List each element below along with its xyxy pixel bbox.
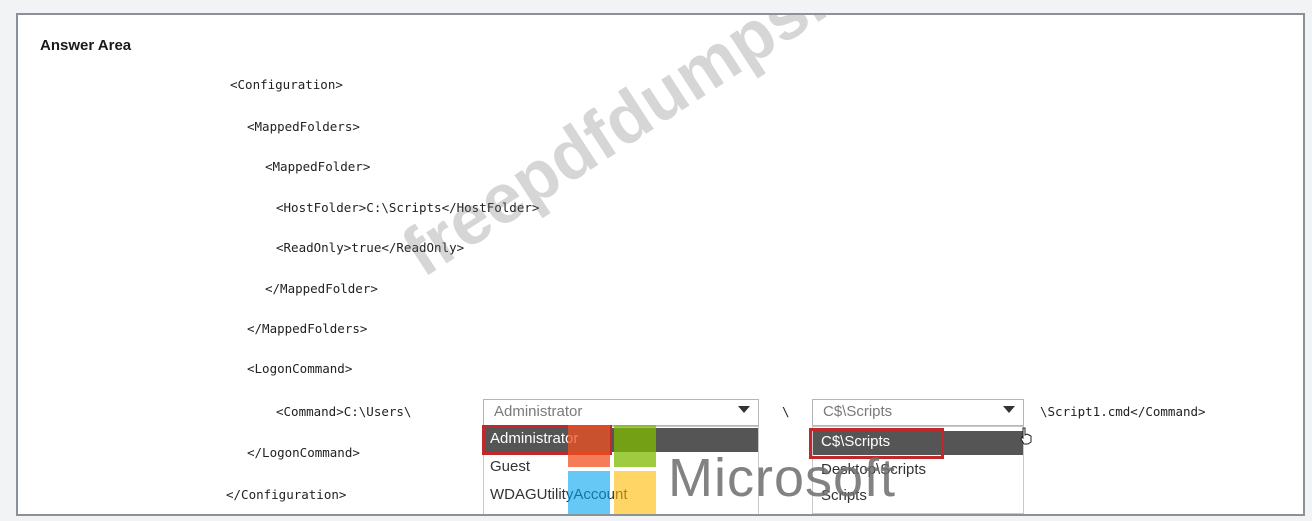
microsoft-wordmark: Microsoft — [668, 448, 897, 508]
answer-area-title: Answer Area — [40, 37, 132, 54]
code-line-mappedfolders-close: </MappedFolders> — [247, 321, 368, 336]
microsoft-logo-green-square — [614, 425, 656, 467]
code-line-configuration-open: <Configuration> — [230, 77, 343, 92]
user-dropdown[interactable]: Administrator — [483, 399, 759, 426]
code-line-mappedfolder-open: <MappedFolder> — [265, 159, 371, 174]
watermark-text: freepdfdumps.com — [388, 13, 960, 292]
path-separator: \ — [782, 404, 790, 419]
code-line-configuration-close: </Configuration> — [226, 487, 347, 502]
folder-dropdown[interactable]: C$\Scripts — [812, 399, 1024, 426]
chevron-down-icon[interactable] — [1003, 406, 1015, 413]
microsoft-logo-red-square — [568, 425, 610, 467]
user-dropdown-value: Administrator — [494, 403, 583, 420]
folder-dropdown-value: C$\Scripts — [823, 403, 893, 420]
microsoft-logo-blue-square — [568, 471, 610, 514]
code-line-command-prefix: <Command>C:\Users\ — [276, 404, 412, 419]
hand-cursor-icon — [1020, 427, 1032, 445]
code-line-mappedfolders-open: <MappedFolders> — [247, 119, 360, 134]
code-line-mappedfolder-close: </MappedFolder> — [265, 281, 378, 296]
command-suffix: \Script1.cmd</Command> — [1040, 404, 1206, 419]
chevron-down-icon[interactable] — [738, 406, 750, 413]
code-line-logoncommand-open: <LogonCommand> — [247, 361, 353, 376]
answer-area-panel: Answer Area <Configuration> <MappedFolde… — [16, 13, 1305, 516]
code-line-logoncommand-close: </LogonCommand> — [247, 445, 360, 460]
microsoft-logo-yellow-square — [614, 471, 656, 514]
